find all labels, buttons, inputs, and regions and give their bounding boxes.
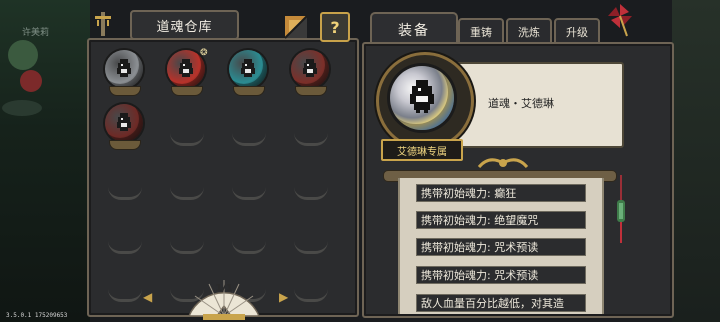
orb-stand <box>171 86 203 96</box>
tab-equip[interactable]: 装备 <box>370 12 458 46</box>
lantern-pole-icon <box>95 12 111 36</box>
empty-slot[interactable] <box>224 210 274 260</box>
empty-slot[interactable] <box>162 102 212 152</box>
empty-slot-mark <box>232 187 266 200</box>
exclusive-badge: 艾德琳专属 <box>381 139 463 161</box>
effect-line: 敌人血量百分比越低，对其造 <box>416 294 586 312</box>
empty-slot-mark <box>108 241 142 254</box>
orb-stand <box>295 86 327 96</box>
empty-slot-mark <box>108 289 142 302</box>
empty-slot[interactable] <box>286 102 336 152</box>
soul-orb-slot[interactable] <box>224 48 274 98</box>
next-page-button[interactable]: ▶ <box>279 290 288 304</box>
empty-slot-mark <box>170 133 204 146</box>
empty-slot[interactable] <box>224 102 274 152</box>
background-label: 许美莉 <box>22 28 50 38</box>
empty-slot-mark <box>294 133 328 146</box>
empty-slot[interactable] <box>100 210 150 260</box>
effect-line: 携带初始魂力: 咒术预读 <box>416 266 586 284</box>
soul-orb <box>105 50 143 88</box>
foliage <box>2 100 42 116</box>
orb-stand <box>233 86 265 96</box>
soul-orb-slot[interactable] <box>100 48 150 98</box>
item-name: 道魂・艾德琳 <box>488 97 554 110</box>
tassel-icon <box>617 175 625 243</box>
game-background-left <box>0 0 90 322</box>
empty-slot[interactable] <box>162 156 212 206</box>
soul-orb-slot[interactable] <box>100 102 150 152</box>
effect-line: 携带初始魂力: 绝望魔咒 <box>416 211 586 229</box>
empty-slot-mark <box>294 187 328 200</box>
new-badge-icon: ❂ <box>200 48 208 58</box>
empty-slot-mark <box>232 133 266 146</box>
effect-line: 携带初始魂力: 癫狂 <box>416 184 586 202</box>
prev-page-button[interactable]: ◀ <box>143 290 152 304</box>
empty-slot[interactable] <box>286 210 336 260</box>
bird-icon <box>410 80 434 113</box>
empty-slot[interactable] <box>100 156 150 206</box>
pinwheel-icon[interactable] <box>605 2 635 38</box>
bird-icon <box>241 59 255 77</box>
bird-icon <box>117 113 131 131</box>
page-indicator: 1/1 <box>215 283 233 294</box>
game-background-right <box>672 0 720 322</box>
orb-stand <box>109 140 141 150</box>
foliage <box>8 40 38 70</box>
soul-orb-slot[interactable] <box>286 48 336 98</box>
equipped-soul-orb[interactable] <box>390 66 454 130</box>
effect-line: 携带初始魂力: 咒术预读 <box>416 238 586 256</box>
empty-slot-mark <box>294 289 328 302</box>
version-label: 3.5.0.1 175209653 <box>6 312 68 319</box>
foliage <box>20 70 42 92</box>
empty-slot-mark <box>170 187 204 200</box>
empty-slot[interactable] <box>286 156 336 206</box>
soul-orb-slot[interactable]: ❂ <box>162 48 212 98</box>
help-button[interactable]: ? <box>320 12 350 42</box>
empty-slot[interactable] <box>224 156 274 206</box>
soul-orb <box>105 104 143 142</box>
bird-icon <box>303 59 317 77</box>
empty-slot-mark <box>170 241 204 254</box>
page-fan-icon <box>187 280 261 320</box>
empty-slot-mark <box>294 241 328 254</box>
orb-stand <box>109 86 141 96</box>
empty-slot-mark <box>108 187 142 200</box>
soul-orb <box>229 50 267 88</box>
bird-icon <box>117 59 131 77</box>
warehouse-title: 道魂仓库 <box>130 10 239 40</box>
empty-slot[interactable] <box>286 258 336 308</box>
soul-orb <box>291 50 329 88</box>
sort-button[interactable] <box>283 14 309 40</box>
bird-icon <box>179 59 193 77</box>
empty-slot[interactable] <box>162 210 212 260</box>
empty-slot-mark <box>232 241 266 254</box>
